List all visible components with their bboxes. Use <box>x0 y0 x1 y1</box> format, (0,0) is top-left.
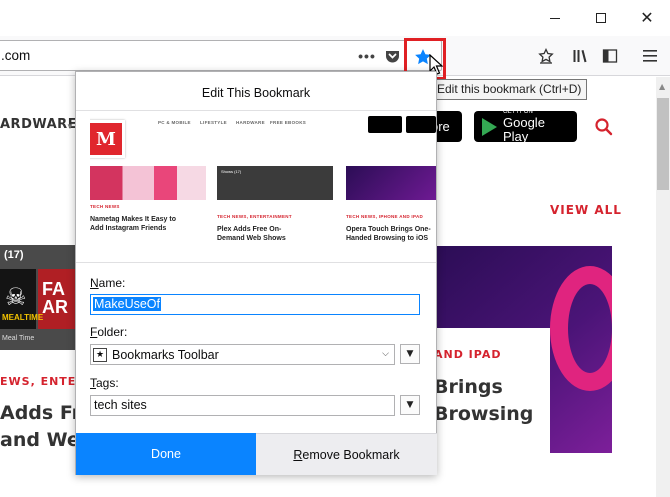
featured-category[interactable]: AND IPAD <box>434 348 501 361</box>
folder-tree-expander[interactable]: ▼ <box>400 344 420 364</box>
featured-title[interactable]: Brings Browsing <box>434 374 533 428</box>
preview-play-badge <box>406 116 436 133</box>
folder-label: Folder: <box>90 325 128 339</box>
tags-expander[interactable]: ▼ <box>400 395 420 415</box>
preview-card-image: Shows (17) <box>217 166 333 200</box>
folder-value: Bookmarks Toolbar <box>112 347 219 362</box>
skull-icon: ☠ <box>5 283 27 311</box>
edit-bookmark-panel: Edit This Bookmark PC & MOBILE LIFESTYLE… <box>75 71 437 475</box>
search-icon[interactable] <box>594 117 614 137</box>
bookmarks-button[interactable] <box>532 42 560 70</box>
preview-card-title: Opera Touch Brings One-Handed Browsing t… <box>346 226 431 242</box>
page-actions-button[interactable]: ••• <box>355 46 379 66</box>
preview-logo-text: M <box>90 123 122 155</box>
preview-card-category: TECH NEWS, ENTERTAINMENT <box>217 214 292 219</box>
divider <box>76 110 436 111</box>
chevron-down-icon: ▼ <box>406 349 414 359</box>
page-preview-thumbnail: PC & MOBILE LIFESTYLE HARDWARE FREE EBOO… <box>90 116 436 256</box>
preview-nav-item: FREE EBOOKS <box>270 120 307 125</box>
name-label: Name: <box>90 276 126 290</box>
preview-card-count: Shows (17) <box>221 169 242 174</box>
folder-select[interactable]: ★ Bookmarks Toolbar ⌵ <box>90 344 395 365</box>
library-icon <box>573 50 587 63</box>
article-thumbnail[interactable]: (17) ☠ MEALTIME FA AR Meal Time <box>0 245 76 350</box>
preview-card-image <box>346 166 436 200</box>
bookmark-tooltip: Edit this bookmark (Ctrl+D) <box>431 79 588 100</box>
minimize-icon <box>550 17 560 19</box>
featured-title-line: Browsing <box>434 403 534 425</box>
opera-logo-icon <box>550 266 612 391</box>
view-all-link[interactable]: VIEW ALL <box>550 203 622 217</box>
window-titlebar: ✕ <box>0 0 670 36</box>
google-play-big-text: Google Play <box>503 115 545 144</box>
maximize-icon <box>596 13 606 23</box>
pocket-icon <box>385 51 399 63</box>
library-button[interactable] <box>566 42 594 70</box>
menu-icon <box>643 50 657 62</box>
preview-nav-item: PC & MOBILE <box>158 120 191 125</box>
bookmark-name-value: MakeUseOf <box>93 297 161 311</box>
tags-label: Tags: <box>90 376 119 390</box>
page-scrollbar[interactable]: ▲ <box>656 77 670 497</box>
preview-card-image <box>90 166 206 200</box>
preview-nav-item: LIFESTYLE <box>200 120 227 125</box>
done-button[interactable]: Done <box>76 433 256 475</box>
preview-card-category: TECH NEWS, IPHONE AND IPAD <box>346 214 424 219</box>
sidebar-icon <box>602 49 618 63</box>
article-category[interactable]: EWS, ENTER <box>0 375 86 388</box>
preview-card-title: Plex Adds Free On-Demand Web Shows <box>217 226 286 242</box>
thumbnail-far-text: FA AR <box>42 279 68 317</box>
bookmark-name-field[interactable]: MakeUseOf <box>90 294 420 315</box>
chevron-down-icon: ⌵ <box>382 349 389 359</box>
google-play-badge[interactable]: GET IT ON Google Play <box>474 109 577 144</box>
thumbnail-mealtime-text: MEALTIME <box>2 313 44 322</box>
close-icon: ✕ <box>640 8 654 27</box>
play-icon <box>482 117 497 136</box>
preview-card-category: TECH NEWS <box>90 204 120 209</box>
featured-title-line: Brings <box>434 376 503 398</box>
maximize-button[interactable] <box>578 0 624 36</box>
pocket-button[interactable] <box>383 46 401 66</box>
minimize-button[interactable] <box>532 0 578 36</box>
panel-title: Edit This Bookmark <box>201 86 311 100</box>
sidebar-button[interactable] <box>596 42 624 70</box>
url-bar[interactable]: .com ••• <box>0 40 442 71</box>
preview-card-title: Nametag Makes It Easy to Add Instagram F… <box>90 216 176 232</box>
remove-bookmark-button[interactable]: Remove Bookmark <box>256 433 437 475</box>
scroll-up-icon[interactable]: ▲ <box>659 82 665 91</box>
thumbnail-caption: Meal Time <box>2 335 35 342</box>
thumbnail-count: (17) <box>4 249 24 261</box>
chevron-down-icon: ▼ <box>66 122 74 131</box>
bookmarks-toolbar-icon: ★ <box>93 347 107 362</box>
tags-field[interactable]: tech sites <box>90 395 395 416</box>
makeuseof-logo: M <box>90 120 125 158</box>
scrollbar-thumb[interactable] <box>657 98 669 190</box>
preview-nav-item: HARDWARE <box>236 120 265 125</box>
divider <box>76 262 436 263</box>
close-button[interactable]: ✕ <box>624 0 670 36</box>
preview-app-store-badge <box>368 116 402 133</box>
menu-button[interactable] <box>636 42 664 70</box>
bookmark-add-icon <box>538 48 554 64</box>
nav-toolbar: .com ••• <box>0 36 670 76</box>
url-text[interactable]: .com <box>1 48 30 63</box>
chevron-down-icon: ▼ <box>406 400 414 410</box>
